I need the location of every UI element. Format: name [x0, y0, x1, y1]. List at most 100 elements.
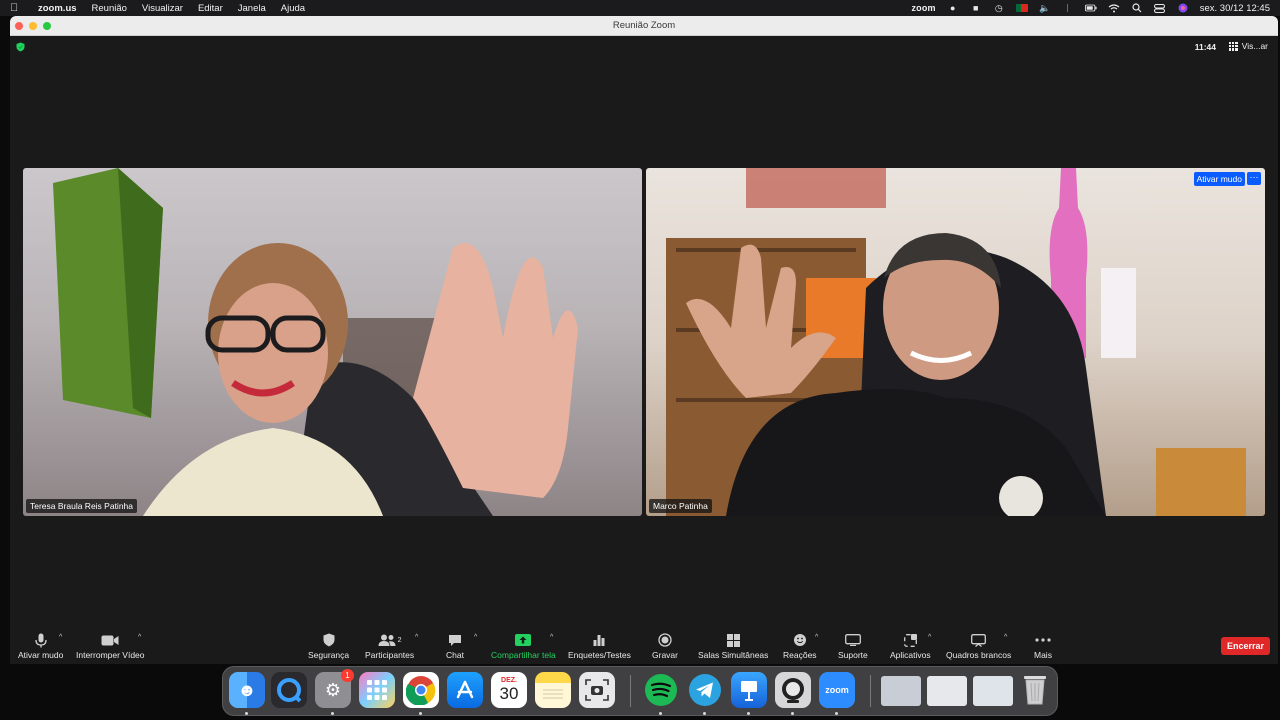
minimized-window-thumbnail[interactable] [881, 676, 921, 706]
chat-button[interactable]: Chat [446, 628, 464, 660]
fullscreen-window-button[interactable] [43, 21, 51, 30]
apps-icon [903, 632, 917, 648]
participant-name-tag: Marco Patinha [649, 499, 712, 513]
stop-video-label: Interromper Vídeo [76, 650, 145, 660]
apps-label: Aplicativos [890, 650, 931, 660]
minimized-window-thumbnail[interactable] [927, 676, 967, 706]
keynote-icon[interactable] [731, 672, 767, 708]
time-machine-icon[interactable]: ◷ [993, 3, 1005, 13]
battery-icon[interactable] [1084, 3, 1097, 13]
apps-button[interactable]: Aplicativos [890, 628, 931, 660]
record-button[interactable]: Gravar [652, 628, 678, 660]
video-options-chevron-icon[interactable]: ^ [138, 634, 141, 641]
running-indicator [419, 712, 422, 715]
polls-button[interactable]: Enquetes/Testes [568, 628, 631, 660]
dock-separator [870, 675, 871, 707]
polls-label: Enquetes/Testes [568, 650, 631, 660]
security-button[interactable]: Segurança [308, 628, 349, 660]
menu-app-name[interactable]: zoom.us [38, 3, 77, 14]
app-status-icon[interactable]: ■ [970, 3, 982, 13]
volume-icon[interactable]: 🔈 [1039, 3, 1051, 13]
ask-unmute-button[interactable]: Ativar mudo [1193, 172, 1245, 186]
mute-button[interactable]: Ativar mudo [18, 628, 63, 660]
participants-button[interactable]: 2 Participantes [365, 628, 414, 660]
breakout-rooms-icon [726, 632, 740, 648]
macos-dock: ☻ ⚙ 1 DEZ. 30 zoom [222, 666, 1058, 716]
wifi-icon[interactable] [1108, 3, 1120, 13]
zoom-app-icon[interactable]: zoom [819, 672, 855, 708]
close-window-button[interactable] [15, 21, 23, 30]
meeting-clock: 11:44 [1194, 42, 1216, 52]
video-feed-right [666, 168, 1246, 516]
siri-icon[interactable] [1177, 3, 1189, 13]
running-indicator [791, 712, 794, 715]
bluetooth-icon[interactable]: ᛁ [1062, 3, 1074, 13]
apple-icon[interactable]:  [10, 2, 22, 14]
status-area: zoom ● ■ ◷ 🔈 ᛁ sex. 30/12 12:45 [911, 3, 1270, 14]
share-options-chevron-icon[interactable]: ^ [550, 634, 553, 641]
reactions-button[interactable]: Reações [783, 628, 817, 660]
minimize-window-button[interactable] [29, 21, 37, 30]
view-button[interactable]: Vis...ar [1228, 41, 1268, 51]
menu-visualizar[interactable]: Visualizar [142, 3, 183, 14]
menubar-clock[interactable]: sex. 30/12 12:45 [1200, 3, 1270, 14]
audio-options-chevron-icon[interactable]: ^ [59, 634, 62, 641]
users-status-icon[interactable]: ● [947, 3, 959, 13]
launchpad-icon[interactable] [359, 672, 395, 708]
running-indicator [245, 712, 248, 715]
participants-options-chevron-icon[interactable]: ^ [415, 634, 418, 641]
control-center-icon[interactable] [1154, 3, 1166, 13]
more-dots-icon [1035, 632, 1051, 648]
share-screen-icon [515, 632, 532, 648]
share-screen-button[interactable]: Compartilhar tela [491, 628, 556, 660]
chat-options-chevron-icon[interactable]: ^ [474, 634, 477, 641]
encryption-shield-icon[interactable] [16, 42, 26, 53]
reactions-options-chevron-icon[interactable]: ^ [815, 634, 818, 641]
minimized-window-thumbnail[interactable] [973, 676, 1013, 706]
settings-notification-badge: 1 [341, 669, 354, 682]
more-button[interactable]: Mais [1034, 628, 1052, 660]
more-label: Mais [1034, 650, 1052, 660]
webcam-app-icon[interactable] [775, 672, 811, 708]
screenshot-icon[interactable] [579, 672, 615, 708]
bar-chart-icon [593, 632, 605, 648]
quicktime-icon[interactable] [271, 672, 307, 708]
trash-icon[interactable] [1017, 672, 1053, 708]
support-button[interactable]: Suporte [838, 628, 868, 660]
telegram-icon[interactable] [687, 672, 723, 708]
spotlight-search-icon[interactable] [1131, 3, 1143, 13]
end-meeting-button[interactable]: Encerrar [1220, 637, 1270, 655]
calendar-icon[interactable]: DEZ. 30 [491, 672, 527, 708]
spotify-icon[interactable] [643, 672, 679, 708]
stop-video-button[interactable]: Interromper Vídeo [76, 628, 145, 660]
participant-more-button[interactable]: ··· [1247, 172, 1261, 185]
zoom-status-item[interactable]: zoom [911, 3, 935, 13]
whiteboards-label: Quadros brancos [946, 650, 1012, 660]
whiteboards-button[interactable]: Quadros brancos [946, 628, 1011, 660]
participant-video-tile[interactable]: Teresa Braula Reis Patinha [23, 168, 642, 516]
system-settings-icon[interactable]: ⚙ 1 [315, 669, 354, 708]
chat-label: Chat [446, 650, 464, 660]
video-feed-left [53, 168, 578, 516]
support-screen-icon [844, 632, 861, 648]
menu-editar[interactable]: Editar [198, 3, 223, 14]
notes-icon[interactable] [535, 672, 571, 708]
grid-view-icon [1228, 41, 1238, 51]
menu-reuniao[interactable]: Reunião [92, 3, 127, 14]
language-flag-icon[interactable] [1015, 4, 1028, 12]
window-titlebar[interactable]: Reunião Zoom [10, 16, 1278, 36]
whiteboards-options-chevron-icon[interactable]: ^ [1004, 634, 1007, 641]
support-label: Suporte [838, 650, 868, 660]
chrome-icon[interactable] [403, 672, 439, 708]
finder-icon[interactable]: ☻ [229, 672, 265, 708]
participant-video-tile[interactable]: Ativar mudo ··· Marco Patinha [646, 168, 1265, 516]
app-store-icon[interactable] [447, 672, 483, 708]
menu-ajuda[interactable]: Ajuda [281, 3, 305, 14]
shield-icon [323, 632, 335, 648]
apps-options-chevron-icon[interactable]: ^ [928, 634, 931, 641]
chat-bubble-icon [448, 632, 462, 648]
breakout-rooms-button[interactable]: Salas Simultâneas [698, 628, 768, 660]
security-label: Segurança [308, 650, 350, 660]
traffic-lights [15, 21, 51, 30]
menu-janela[interactable]: Janela [238, 3, 266, 14]
